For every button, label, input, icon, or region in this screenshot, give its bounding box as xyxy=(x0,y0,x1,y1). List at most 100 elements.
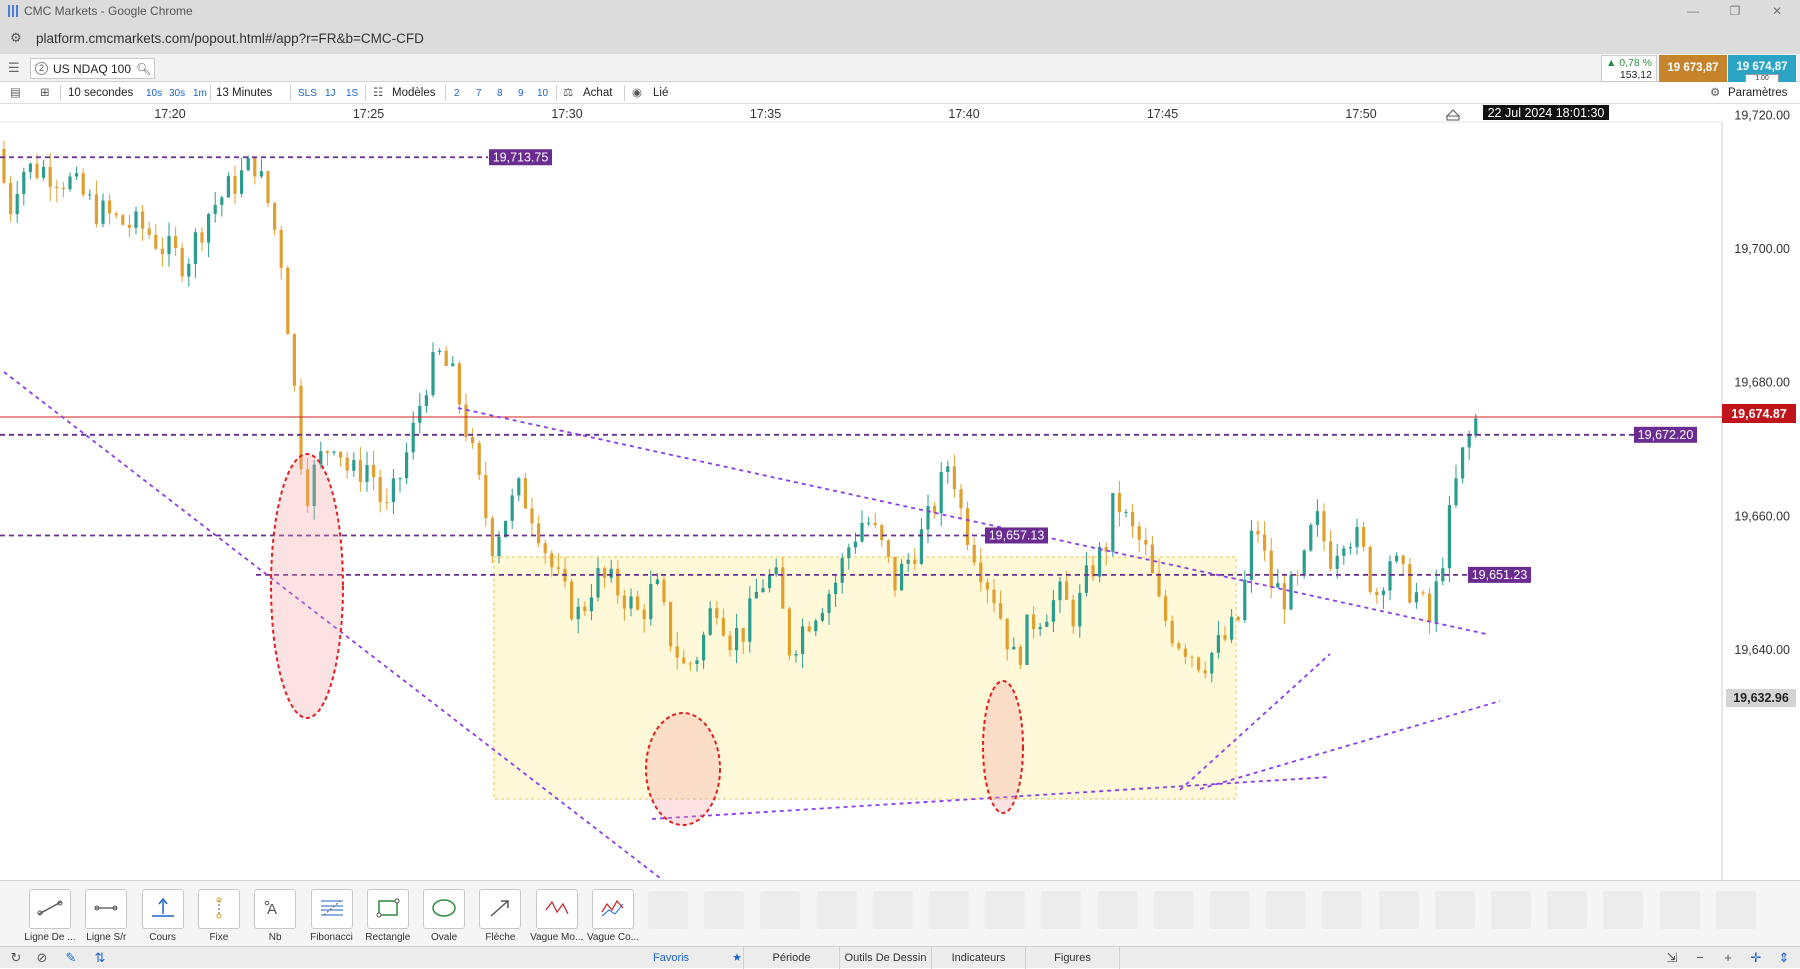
empty-tool-slot[interactable] xyxy=(1659,891,1700,929)
cursor-icon[interactable]: ⇅ xyxy=(92,950,108,966)
highlight-ellipse-1[interactable] xyxy=(270,453,344,719)
empty-tool-slot[interactable] xyxy=(1041,891,1082,929)
tool-wave-button[interactable] xyxy=(535,889,578,929)
candle-body xyxy=(1401,555,1405,565)
zoom-out-icon[interactable]: − xyxy=(1692,950,1708,966)
layout-8[interactable]: 8 xyxy=(497,86,503,101)
empty-tool-slot[interactable] xyxy=(1547,891,1588,929)
tool-fibonacci-button[interactable] xyxy=(310,889,353,929)
interval-1m[interactable]: 1m xyxy=(193,86,207,101)
empty-tool-slot[interactable] xyxy=(1097,891,1138,929)
empty-tool-slot[interactable] xyxy=(872,891,913,929)
tab-favoris[interactable]: Favoris ★ xyxy=(652,947,744,969)
address-bar[interactable]: ⚙ platform.cmcmarkets.com/popout.html#/a… xyxy=(0,22,1800,54)
tool-arrow-button[interactable] xyxy=(479,889,522,929)
empty-tool-slot[interactable] xyxy=(648,891,688,929)
duration-selector[interactable]: 13 Minutes xyxy=(216,86,272,101)
buy-mode-button[interactable]: Achat xyxy=(583,86,612,101)
empty-tool-slot[interactable] xyxy=(1153,891,1194,929)
tab-outils-dessin[interactable]: Outils De Dessin xyxy=(840,947,932,969)
tool-rectangle-button[interactable] xyxy=(366,889,409,929)
scale-icon[interactable]: ⚖ xyxy=(563,86,573,101)
expand-icon[interactable]: ⇕ xyxy=(1776,950,1792,966)
duration-1s[interactable]: 1S xyxy=(346,86,358,101)
candle-body xyxy=(471,436,475,444)
interval-10s[interactable]: 10s xyxy=(146,86,162,101)
interval-selector[interactable]: 10 secondes xyxy=(68,86,133,101)
site-settings-icon[interactable]: ⚙ xyxy=(10,31,24,45)
candle-body xyxy=(1216,635,1220,653)
candle-body xyxy=(398,478,402,480)
highlight-ellipse-2[interactable] xyxy=(645,712,721,826)
settings-gear-icon[interactable]: ⚙ xyxy=(1710,86,1720,101)
empty-tool-slot[interactable] xyxy=(1266,891,1307,929)
tool-oval-button[interactable] xyxy=(423,889,466,929)
empty-tool-slot[interactable] xyxy=(1322,891,1363,929)
close-icon[interactable]: ✕ xyxy=(1760,0,1794,22)
trendline-support-rising[interactable] xyxy=(1199,700,1501,790)
empty-tool-slot[interactable] xyxy=(1491,891,1531,929)
layout-10[interactable]: 10 xyxy=(537,86,548,101)
sell-price-button[interactable]: 19 673,87 xyxy=(1659,55,1727,82)
settings-button[interactable]: Paramètres xyxy=(1728,86,1787,101)
list-icon[interactable]: ▤ xyxy=(10,86,21,101)
empty-tool-slot[interactable] xyxy=(985,891,1026,929)
candle-body xyxy=(1447,505,1451,569)
empty-tool-slot[interactable] xyxy=(1210,891,1250,929)
linked-button[interactable]: Lié xyxy=(653,86,668,101)
empty-tool-slot[interactable] xyxy=(929,891,969,929)
candle-body xyxy=(952,466,956,490)
block-icon[interactable]: ⊘ xyxy=(34,950,50,966)
tool-text-button[interactable]: A xyxy=(254,889,297,929)
url-text[interactable]: platform.cmcmarkets.com/popout.html#/app… xyxy=(36,31,424,46)
tool-price-button[interactable] xyxy=(141,889,184,929)
empty-tool-slot[interactable] xyxy=(760,891,801,929)
support-resistance-lines[interactable] xyxy=(0,156,1634,576)
candle-body xyxy=(1150,544,1154,574)
empty-tool-slot[interactable] xyxy=(704,891,745,929)
tool-fixed-button[interactable] xyxy=(197,889,240,929)
duration-1j[interactable]: 1J xyxy=(325,86,336,101)
price-chart[interactable]: 17:20 17:25 17:30 17:35 17:40 17:45 17:50 19,7… xyxy=(0,104,1800,880)
link-eye-icon[interactable]: ◉ xyxy=(632,86,642,101)
zoom-in-icon[interactable]: + xyxy=(1720,950,1736,966)
restore-icon[interactable]: ❐ xyxy=(1718,0,1752,22)
empty-tool-slot[interactable] xyxy=(1434,891,1475,929)
menu-icon[interactable]: ☰ xyxy=(8,61,22,75)
templates-button[interactable]: Modèles xyxy=(392,86,435,101)
candle-body xyxy=(675,646,679,658)
instrument-selector[interactable]: 2 US NDAQ 100 🔍︎ xyxy=(30,58,155,79)
fit-icon[interactable]: ⇲ xyxy=(1664,950,1680,966)
tab-periode[interactable]: Période xyxy=(744,947,840,969)
layout-9[interactable]: 9 xyxy=(518,86,524,101)
candle-body xyxy=(1335,555,1339,569)
layout-2[interactable]: 2 xyxy=(454,86,460,101)
tool-sr-line-button[interactable] xyxy=(85,889,128,929)
duration-sls[interactable]: SLS xyxy=(298,86,317,101)
crosshair-icon[interactable]: ✛ xyxy=(1748,950,1764,966)
refresh-icon[interactable]: ↻ xyxy=(8,950,24,966)
minimize-icon[interactable]: — xyxy=(1676,0,1710,22)
tool-label: Rectangle xyxy=(365,932,411,943)
candle-body xyxy=(1362,526,1366,548)
layout-grid-icon[interactable]: ⊞ xyxy=(40,86,50,101)
tool-wave-correction-button[interactable] xyxy=(592,889,634,929)
consolidation-rectangle[interactable] xyxy=(493,556,1237,800)
tab-figures[interactable]: Figures xyxy=(1026,947,1120,969)
interval-30s[interactable]: 30s xyxy=(169,86,185,101)
tab-indicateurs[interactable]: Indicateurs xyxy=(932,947,1026,969)
layout-7[interactable]: 7 xyxy=(476,86,482,101)
tool-trend-line-button[interactable] xyxy=(29,889,71,929)
search-icon[interactable]: 🔍︎ xyxy=(136,62,151,76)
pencil-icon[interactable]: ✎ xyxy=(63,950,79,966)
empty-tool-slot[interactable] xyxy=(816,891,857,929)
highlight-ellipse-3[interactable] xyxy=(982,680,1024,814)
empty-tool-slot[interactable] xyxy=(1715,891,1756,929)
candle-body xyxy=(873,522,877,526)
crosshair-time-label: 22 Jul 2024 18:01:30 xyxy=(1488,106,1605,120)
tool-label: Nb xyxy=(268,932,282,943)
empty-tool-slot[interactable] xyxy=(1603,891,1644,929)
templates-icon[interactable]: ☷ xyxy=(373,86,383,101)
candle-body xyxy=(748,598,752,642)
empty-tool-slot[interactable] xyxy=(1378,891,1419,929)
